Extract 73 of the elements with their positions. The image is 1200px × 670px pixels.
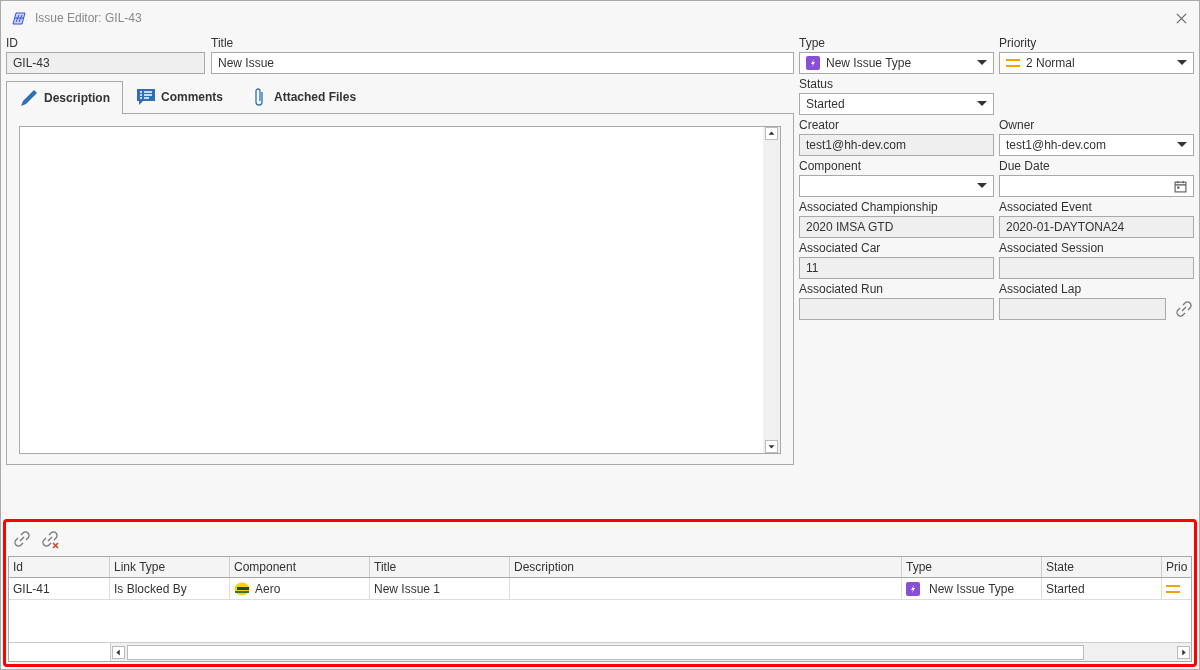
tab[interactable]: Attached Files — [236, 80, 370, 113]
app-logo-icon — [11, 10, 27, 26]
date-field[interactable] — [999, 175, 1194, 197]
caret-icon — [977, 183, 987, 189]
tab[interactable]: Comments — [123, 80, 237, 113]
scroll-up-icon[interactable] — [765, 127, 778, 140]
helmet-icon — [234, 581, 250, 596]
caret-icon — [1177, 142, 1187, 148]
caret-icon — [1177, 60, 1187, 66]
table-cell: Aero — [255, 581, 281, 596]
column-header[interactable]: Title — [370, 557, 510, 577]
field-label: Creator — [799, 117, 839, 134]
comment-icon — [136, 87, 156, 107]
lightning-icon — [906, 581, 920, 596]
dropdown[interactable]: 2 Normal — [999, 52, 1194, 74]
field-label: Associated Car — [799, 240, 881, 257]
pencil-icon — [19, 88, 39, 108]
table-cell: New Issue 1 — [374, 581, 441, 596]
column-header[interactable]: Id — [9, 557, 110, 577]
column-header[interactable]: Description — [510, 557, 902, 577]
column-header[interactable]: Link Type — [110, 557, 230, 577]
table-cell: GIL-41 — [13, 581, 50, 596]
id-field[interactable]: GIL-43 — [6, 52, 205, 74]
field-label: Type — [799, 35, 825, 52]
table-cell: Is Blocked By — [114, 581, 187, 596]
title-field[interactable]: New Issue — [211, 52, 794, 74]
scroll-right-icon[interactable] — [1177, 645, 1190, 659]
field-label: Associated Lap — [999, 281, 1082, 298]
scroll-down-icon[interactable] — [765, 440, 778, 453]
dropdown[interactable]: test1@hh-dev.com — [999, 134, 1194, 156]
table-cell: New Issue Type — [929, 581, 1015, 596]
dropdown[interactable] — [799, 175, 994, 197]
caret-icon — [977, 60, 987, 66]
chain-link-icon[interactable] — [12, 529, 32, 549]
input-field[interactable]: test1@hh-dev.com — [799, 134, 994, 156]
unlink-icon[interactable] — [40, 529, 60, 549]
horizontal-scrollbar[interactable] — [111, 643, 1191, 661]
caret-icon — [977, 101, 987, 107]
field-label: Associated Session — [999, 240, 1104, 257]
dropdown[interactable]: New Issue Type — [799, 52, 994, 74]
window-title: Issue Editor: GIL-43 — [35, 11, 142, 25]
calendar-icon — [1174, 179, 1187, 193]
lightning-icon — [806, 56, 820, 70]
column-header[interactable]: Prio — [1162, 557, 1191, 577]
input-field[interactable]: 2020-01-DAYTONA24 — [999, 216, 1194, 238]
chain-link-icon[interactable] — [1174, 299, 1194, 319]
scrollbar-thumb[interactable] — [127, 644, 1084, 660]
priority-icon — [1006, 58, 1020, 68]
field-label: ID — [6, 35, 18, 52]
input-field[interactable] — [999, 257, 1194, 279]
column-header[interactable]: Component — [230, 557, 370, 577]
input-field[interactable]: 11 — [799, 257, 994, 279]
field-label: Priority — [999, 35, 1037, 52]
field-label: Associated Event — [999, 199, 1092, 216]
vertical-scrollbar[interactable] — [763, 127, 780, 453]
field-label: Owner — [999, 117, 1035, 134]
input-field[interactable]: 2020 IMSA GTD — [799, 216, 994, 238]
scroll-left-icon[interactable] — [112, 645, 125, 659]
field-label: Due Date — [999, 158, 1050, 175]
field-label: Component — [799, 158, 862, 175]
input-field[interactable] — [999, 298, 1166, 320]
priority-icon — [1166, 583, 1180, 594]
column-header[interactable]: State — [1042, 557, 1162, 577]
table-cell: Started — [1046, 581, 1085, 596]
dropdown[interactable]: Started — [799, 93, 994, 115]
field-label: Status — [799, 76, 834, 93]
field-label: Associated Championship — [799, 199, 938, 216]
field-label: Title — [211, 35, 234, 52]
close-icon[interactable] — [1176, 12, 1187, 24]
field-label: Associated Run — [799, 281, 884, 298]
input-field[interactable] — [799, 298, 994, 320]
column-header[interactable]: Type — [902, 557, 1042, 577]
tab[interactable]: Description — [6, 81, 123, 114]
